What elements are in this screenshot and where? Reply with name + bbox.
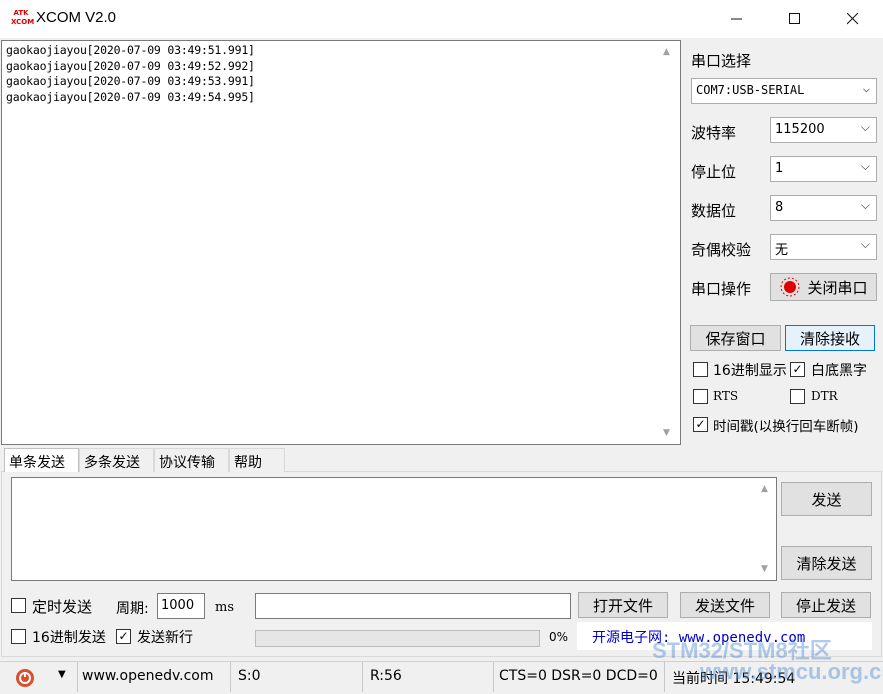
status-sent-count: S:0 [238, 668, 261, 684]
maximize-button[interactable] [766, 0, 824, 38]
white-black-label: 白底黑字 [811, 363, 867, 379]
check-icon: ✓ [695, 417, 706, 431]
send-textarea[interactable]: ▲ ▼ [11, 477, 777, 581]
white-black-checkbox[interactable]: ✓ [790, 362, 805, 377]
period-unit: ms [215, 600, 234, 615]
timestamp-label: 时间戳(以换行回车断帧) [713, 419, 859, 435]
check-icon: ✓ [118, 629, 129, 643]
data-bits-label: 数据位 [691, 202, 737, 220]
chevron-down-icon: ⌵ [860, 120, 870, 134]
open-file-button[interactable]: 打开文件 [578, 592, 668, 618]
title-bar: ATK XCOM XCOM V2.0 [0, 0, 883, 38]
port-op-label: 串口操作 [691, 280, 752, 298]
send-label: 发送 [811, 490, 842, 509]
file-path-input[interactable] [255, 593, 571, 619]
stop-send-label: 停止发送 [795, 596, 856, 615]
port-select-label: 串口选择 [691, 52, 752, 70]
chevron-down-icon: ⌵ [860, 237, 870, 251]
minimize-button[interactable] [708, 0, 766, 38]
tab-single-send[interactable]: 单条发送 [4, 448, 79, 472]
dropdown-arrow-icon[interactable]: ▼ [58, 669, 66, 680]
check-icon: ✓ [792, 362, 803, 376]
status-light-icon [780, 277, 800, 297]
timestamp-checkbox[interactable]: ✓ [693, 417, 708, 432]
parity-label: 奇偶校验 [691, 241, 752, 259]
tab-help[interactable]: 帮助 [229, 448, 285, 472]
period-input[interactable]: 1000 [157, 593, 205, 619]
save-window-button[interactable]: 保存窗口 [690, 325, 781, 351]
progress-text: 0% [549, 630, 569, 644]
scroll-up-icon[interactable]: ▲ [761, 484, 768, 494]
dtr-label: DTR [811, 389, 838, 403]
parity-value: 无 [775, 243, 789, 258]
maximize-icon [789, 13, 800, 24]
status-line-states: CTS=0 DSR=0 DCD=0 [499, 668, 658, 684]
send-newline-label: 发送新行 [137, 630, 193, 646]
stop-bits-value: 1 [775, 161, 784, 176]
hex-send-label: 16进制发送 [32, 630, 106, 646]
scroll-down-icon[interactable]: ▼ [663, 428, 670, 438]
status-received-count: R:56 [370, 668, 402, 684]
data-bits-combo[interactable]: 8 ⌵ [770, 195, 877, 221]
baud-value: 115200 [775, 122, 825, 137]
send-progress-bar [255, 630, 540, 647]
scroll-up-icon[interactable]: ▲ [663, 47, 670, 57]
port-combo[interactable]: COM7:USB-SERIAL ⌵ [691, 78, 877, 104]
send-file-label: 发送文件 [694, 596, 755, 615]
send-file-button[interactable]: 发送文件 [680, 592, 770, 618]
hex-display-checkbox[interactable] [693, 362, 708, 377]
window-title: XCOM V2.0 [36, 9, 117, 26]
timed-send-label: 定时发送 [32, 598, 93, 616]
data-bits-value: 8 [775, 200, 784, 215]
close-port-label: 关闭串口 [807, 278, 868, 297]
close-button[interactable] [824, 0, 882, 38]
xcom-logo-icon: ATK XCOM [11, 9, 35, 26]
clear-send-button[interactable]: 清除发送 [781, 546, 872, 580]
stop-send-button[interactable]: 停止发送 [781, 592, 871, 618]
send-button[interactable]: 发送 [781, 482, 872, 516]
chevron-down-icon: ⌵ [862, 81, 870, 95]
period-label: 周期: [116, 601, 149, 617]
open-file-label: 打开文件 [592, 596, 653, 615]
hex-send-checkbox[interactable] [11, 629, 26, 644]
receive-line: gaokaojiayou[2020-07-09 03:49:53.991] [6, 74, 255, 88]
receive-line: gaokaojiayou[2020-07-09 03:49:54.995] [6, 89, 255, 104]
tab-multi-send[interactable]: 多条发送 [79, 448, 154, 472]
send-newline-checkbox[interactable]: ✓ [116, 629, 131, 644]
status-url[interactable]: www.openedv.com [82, 668, 214, 684]
receive-line: gaokaojiayou[2020-07-09 03:49:51.991] [6, 43, 255, 57]
chevron-down-icon: ⌵ [860, 159, 870, 173]
close-port-button[interactable]: 关闭串口 [770, 273, 877, 301]
rts-label: RTS [713, 389, 739, 403]
watermark-url: www.stmcu.org.cn [700, 659, 883, 684]
dtr-checkbox[interactable] [790, 389, 805, 404]
receive-text: gaokaojiayou[2020-07-09 03:49:51.991] gao… [6, 43, 255, 105]
settings-gear-icon[interactable] [14, 667, 36, 693]
save-window-label: 保存窗口 [705, 329, 766, 348]
receive-textarea[interactable]: gaokaojiayou[2020-07-09 03:49:51.991] gao… [1, 40, 681, 445]
clear-send-label: 清除发送 [796, 554, 857, 573]
baud-label: 波特率 [691, 124, 737, 142]
parity-combo[interactable]: 无 ⌵ [770, 234, 877, 260]
receive-line: gaokaojiayou[2020-07-09 03:49:52.992] [6, 58, 255, 73]
rts-checkbox[interactable] [693, 389, 708, 404]
chevron-down-icon: ⌵ [860, 198, 870, 212]
scroll-down-icon[interactable]: ▼ [761, 564, 768, 574]
stop-bits-combo[interactable]: 1 ⌵ [770, 156, 877, 182]
stop-bits-label: 停止位 [691, 163, 737, 181]
clear-receive-label: 清除接收 [799, 329, 860, 348]
baud-combo[interactable]: 115200 ⌵ [770, 117, 877, 143]
hex-display-label: 16进制显示 [713, 363, 787, 379]
minimize-icon [731, 18, 742, 20]
tab-protocol[interactable]: 协议传输 [154, 448, 229, 472]
port-value: COM7:USB-SERIAL [696, 83, 805, 97]
timed-send-checkbox[interactable] [11, 598, 26, 613]
close-icon [847, 13, 859, 25]
clear-receive-button[interactable]: 清除接收 [785, 325, 875, 351]
